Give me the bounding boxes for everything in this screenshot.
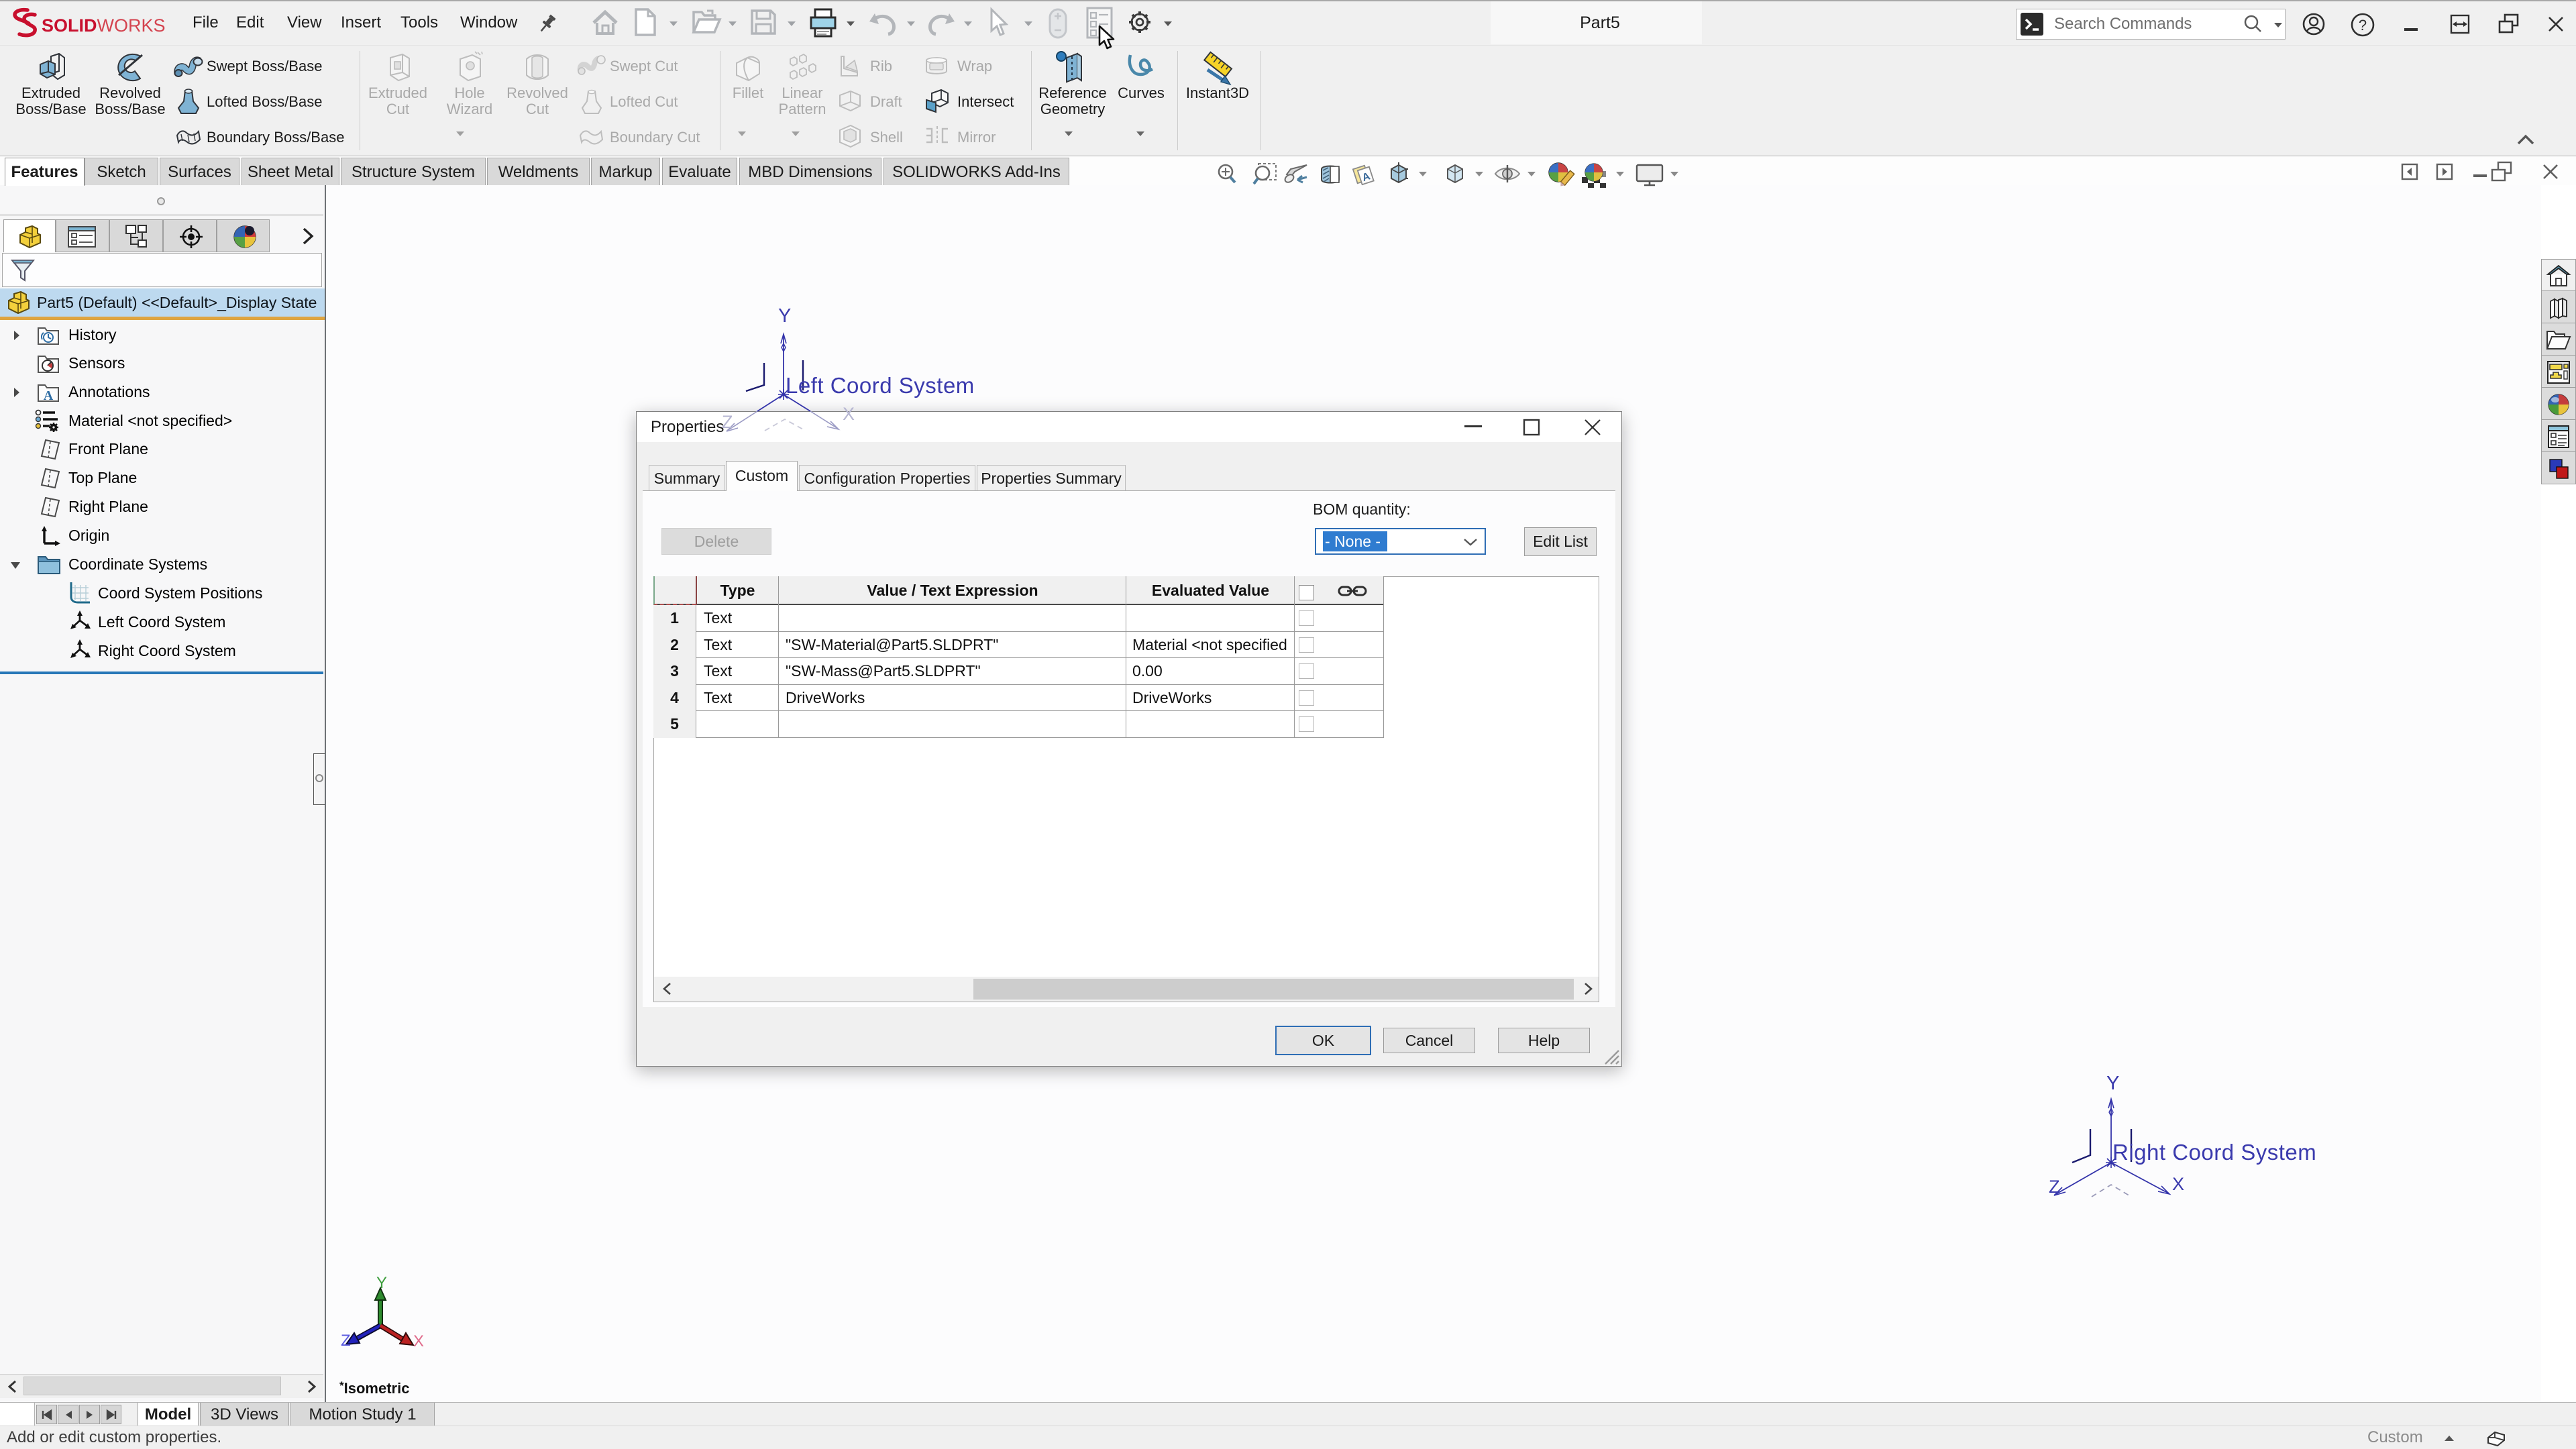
svg-text:?: ? xyxy=(2359,17,2367,34)
svg-text:A: A xyxy=(44,388,54,403)
svg-text:X: X xyxy=(843,404,855,424)
svg-text:Y: Y xyxy=(778,305,791,327)
svg-text:Y: Y xyxy=(376,1274,387,1292)
svg-text:SOLIDWORKS: SOLIDWORKS xyxy=(42,15,166,36)
svg-text:Left Coord System: Left Coord System xyxy=(786,373,975,398)
svg-text:Y: Y xyxy=(2106,1073,2119,1094)
svg-text:Right Coord System: Right Coord System xyxy=(2112,1140,2316,1165)
svg-text:Z: Z xyxy=(2049,1177,2060,1197)
svg-text:X: X xyxy=(2172,1174,2184,1194)
svg-text:Z: Z xyxy=(341,1332,351,1350)
svg-text:X: X xyxy=(413,1332,424,1350)
svg-text:Z: Z xyxy=(722,412,733,432)
